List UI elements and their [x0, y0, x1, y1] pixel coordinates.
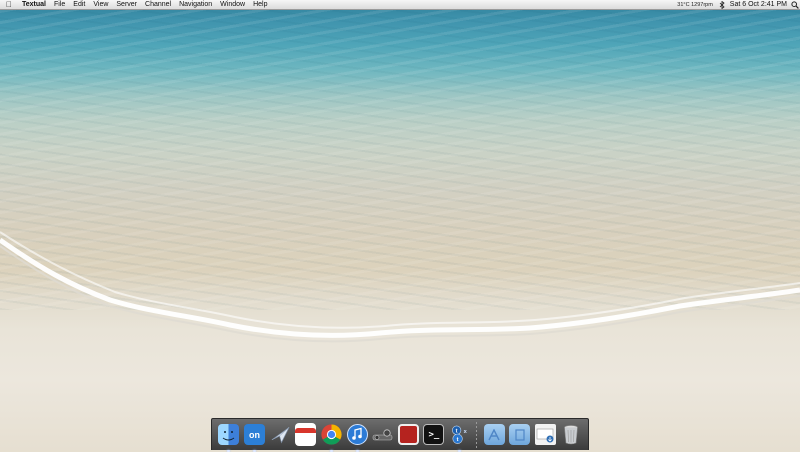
menu-edit[interactable]: Edit [69, 0, 89, 10]
dock-applications-stack[interactable] [483, 423, 505, 447]
menu-window[interactable]: Window [216, 0, 249, 10]
wave-foam [0, 231, 800, 343]
temperature-fan-status[interactable]: 31°C 1297rpm [673, 2, 717, 8]
calendar-day: 6 [303, 433, 309, 443]
itunes-icon [346, 424, 368, 445]
menu-view[interactable]: View [89, 0, 112, 10]
app-menu-textual[interactable]: Textual [18, 0, 50, 10]
mail-icon [270, 424, 291, 445]
desktop-wallpaper [0, 0, 800, 450]
dock: on 6 >_ t t x [211, 418, 589, 452]
menu-server[interactable]: Server [112, 0, 141, 10]
dock-documents-stack[interactable] [509, 423, 531, 447]
menu-bar:  Textual File Edit View Server Channel … [0, 0, 800, 10]
menu-file[interactable]: File [50, 0, 69, 10]
trash-icon [561, 424, 582, 445]
dock-onlive[interactable]: on [243, 423, 266, 452]
svg-text:t: t [456, 428, 458, 434]
finder-icon [218, 424, 240, 445]
steam-icon [372, 424, 393, 445]
downloads-stack-icon [534, 424, 556, 445]
menu-clock[interactable]: Sat 6 Oct 2:41 PM [727, 1, 790, 8]
photo-booth-icon [397, 424, 419, 445]
menu-help[interactable]: Help [249, 0, 271, 10]
svg-text:x: x [464, 429, 468, 435]
dock-mail[interactable] [269, 423, 291, 447]
dock-textual[interactable]: t t x [449, 423, 471, 452]
dock-separator [476, 421, 478, 448]
dock-calendar[interactable]: 6 [295, 423, 317, 447]
menu-navigation[interactable]: Navigation [175, 0, 216, 10]
dock-chrome[interactable] [321, 423, 343, 452]
textual-icon: t t x [449, 424, 470, 445]
dock-finder[interactable] [218, 423, 240, 452]
applications-folder-icon [483, 424, 505, 445]
svg-text:t: t [457, 437, 459, 443]
menu-extras: 31°C 1297rpm Sat 6 Oct 2:41 PM [673, 0, 800, 10]
terminal-icon: >_ [423, 424, 445, 445]
calendar-icon: 6 [295, 423, 317, 446]
dock-itunes[interactable] [346, 423, 368, 452]
dock-steam[interactable] [372, 423, 394, 447]
dock-downloads-stack[interactable] [534, 423, 557, 447]
documents-folder-icon [509, 424, 531, 445]
apple-menu-icon[interactable]:  [0, 0, 18, 10]
dock-terminal[interactable]: >_ [423, 423, 445, 447]
menu-channel[interactable]: Channel [141, 0, 175, 10]
bluetooth-icon[interactable] [717, 0, 727, 10]
chrome-icon [321, 424, 342, 445]
dock-photo-booth[interactable] [397, 423, 419, 447]
onlive-icon: on [243, 424, 265, 445]
search-icon[interactable] [790, 0, 800, 10]
dock-trash[interactable] [560, 423, 582, 447]
